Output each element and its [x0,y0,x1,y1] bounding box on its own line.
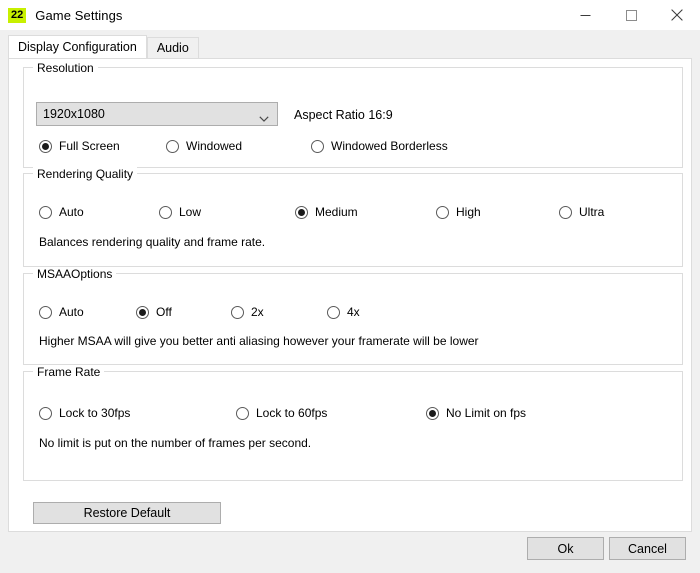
title-bar: 22 Game Settings [0,0,700,30]
resolution-select-value: 1920x1080 [43,107,105,121]
aspect-ratio-label: Aspect Ratio 16:9 [294,108,393,122]
radio-quality-ultra[interactable]: Ultra [559,204,604,220]
group-rendering-quality-title: Rendering Quality [33,167,137,181]
radio-quality-medium[interactable]: Medium [295,204,358,220]
tab-audio[interactable]: Audio [147,37,199,58]
minimize-icon [580,10,591,21]
radio-windowed-label: Windowed [186,139,242,153]
radio-lock-30fps-label: Lock to 30fps [59,406,130,420]
tab-audio-label: Audio [157,41,189,55]
radio-windowed-borderless-label: Windowed Borderless [331,139,448,153]
radio-indicator [39,407,52,420]
radio-lock-60fps-label: Lock to 60fps [256,406,327,420]
close-button[interactable] [654,0,700,30]
radio-windowed[interactable]: Windowed [166,138,242,154]
radio-indicator [295,206,308,219]
radio-quality-low[interactable]: Low [159,204,201,220]
display-configuration-panel: Resolution 1920x1080 Aspect Ratio 16:9 F… [8,58,692,532]
window-title: Game Settings [35,8,122,23]
radio-indicator [426,407,439,420]
radio-msaa-4x-label: 4x [347,305,360,319]
ok-button[interactable]: Ok [527,537,604,560]
radio-quality-auto-label: Auto [59,205,84,219]
radio-msaa-4x[interactable]: 4x [327,304,360,320]
radio-indicator [311,140,324,153]
radio-quality-auto[interactable]: Auto [39,204,84,220]
group-frame-rate-title: Frame Rate [33,365,104,379]
radio-quality-low-label: Low [179,205,201,219]
cancel-label: Cancel [628,542,667,556]
radio-quality-ultra-label: Ultra [579,205,604,219]
radio-msaa-auto-label: Auto [59,305,84,319]
radio-indicator [327,306,340,319]
group-frame-rate: Frame Rate Lock to 30fps Lock to 60fps N… [23,371,683,481]
restore-default-label: Restore Default [84,506,171,520]
radio-windowed-borderless[interactable]: Windowed Borderless [311,138,448,154]
radio-indicator [39,206,52,219]
radio-msaa-auto[interactable]: Auto [39,304,84,320]
radio-msaa-2x[interactable]: 2x [231,304,264,320]
radio-indicator [559,206,572,219]
cancel-button[interactable]: Cancel [609,537,686,560]
chevron-down-icon [259,111,269,117]
frame-rate-description: No limit is put on the number of frames … [39,436,311,450]
group-resolution: Resolution 1920x1080 Aspect Ratio 16:9 F… [23,67,683,168]
restore-default-button[interactable]: Restore Default [33,502,221,524]
radio-msaa-off[interactable]: Off [136,304,172,320]
group-rendering-quality: Rendering Quality Auto Low Medium High U… [23,173,683,267]
radio-lock-30fps[interactable]: Lock to 30fps [39,405,130,421]
window-badge: 22 [8,8,26,23]
radio-msaa-2x-label: 2x [251,305,264,319]
radio-indicator [159,206,172,219]
dialog-footer: Ok Cancel [0,532,700,573]
maximize-icon [626,10,637,21]
minimize-button[interactable] [562,0,608,30]
radio-indicator [231,306,244,319]
radio-indicator [39,306,52,319]
radio-full-screen-label: Full Screen [59,139,120,153]
tab-display-configuration[interactable]: Display Configuration [8,35,147,58]
radio-no-limit-fps-label: No Limit on fps [446,406,526,420]
rendering-quality-description: Balances rendering quality and frame rat… [39,235,265,249]
radio-indicator [236,407,249,420]
radio-lock-60fps[interactable]: Lock to 60fps [236,405,327,421]
ok-label: Ok [558,542,574,556]
radio-indicator [166,140,179,153]
radio-indicator [136,306,149,319]
tab-display-configuration-label: Display Configuration [18,40,137,54]
radio-msaa-off-label: Off [156,305,172,319]
close-icon [671,9,683,21]
window-controls [562,0,700,30]
maximize-button[interactable] [608,0,654,30]
radio-full-screen[interactable]: Full Screen [39,138,120,154]
tab-strip: Display Configuration Audio [8,36,692,58]
radio-indicator [436,206,449,219]
radio-quality-medium-label: Medium [315,205,358,219]
radio-quality-high-label: High [456,205,481,219]
msaa-description: Higher MSAA will give you better anti al… [39,334,479,348]
group-resolution-title: Resolution [33,61,98,75]
group-msaa-options-title: MSAAOptions [33,267,116,281]
group-msaa-options: MSAAOptions Auto Off 2x 4x Higher MSAA w… [23,273,683,365]
resolution-select[interactable]: 1920x1080 [36,102,278,126]
radio-quality-high[interactable]: High [436,204,481,220]
radio-no-limit-fps[interactable]: No Limit on fps [426,405,526,421]
radio-indicator [39,140,52,153]
